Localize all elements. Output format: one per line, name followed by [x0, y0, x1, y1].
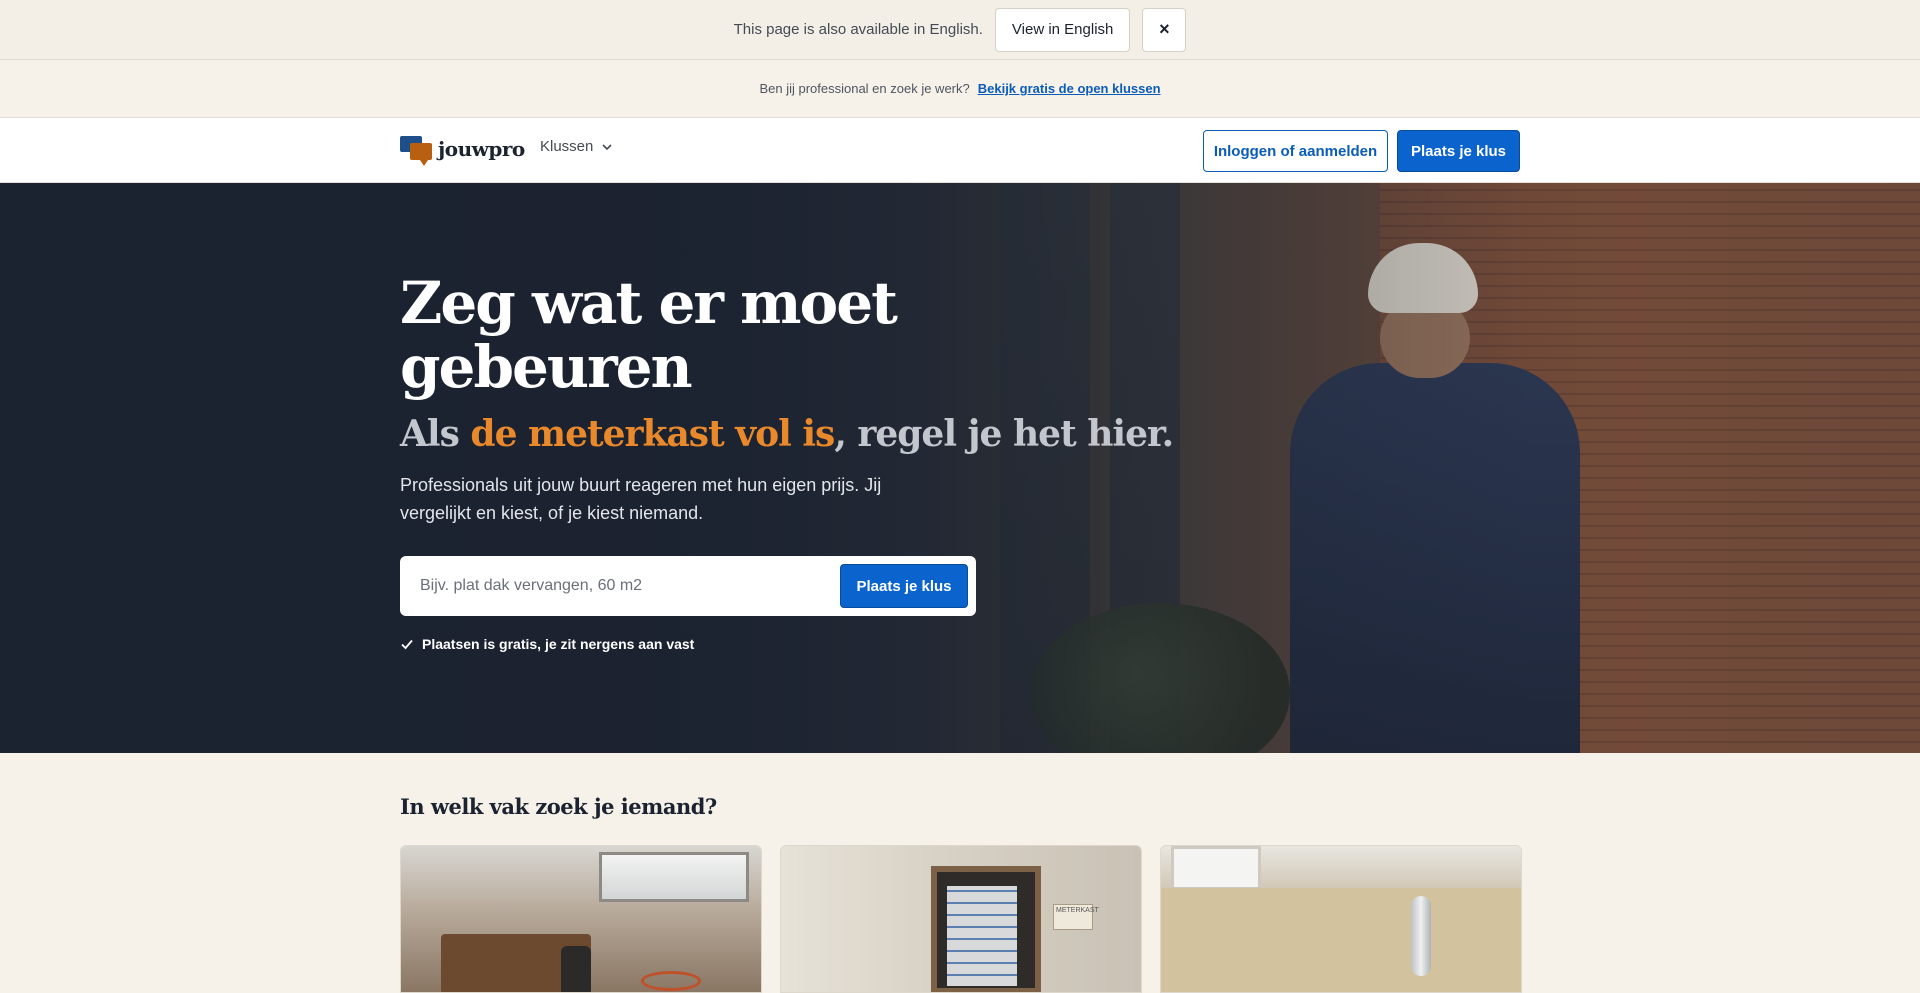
logo[interactable]: jouwpro — [400, 134, 525, 166]
hero-description: Professionals uit jouw buurt reageren me… — [400, 475, 882, 523]
professional-banner: Ben jij professional en zoek je werk? Be… — [0, 60, 1920, 118]
job-search-box: Plaats je klus — [400, 556, 976, 616]
free-note-text: Plaatsen is gratis, je zit nergens aan v… — [422, 636, 695, 652]
open-jobs-link[interactable]: Bekijk gratis de open klussen — [978, 81, 1161, 96]
category-cards: METERKAST — [400, 845, 1522, 993]
hero-section: Zeg wat er moet gebeuren Als de meterkas… — [0, 183, 1920, 753]
main-navigation: jouwpro Klussen Inloggen of aanmelden Pl… — [0, 118, 1920, 183]
category-card-toolbox[interactable] — [400, 845, 762, 993]
klussen-menu-label: Klussen — [540, 138, 594, 155]
close-banner-button[interactable]: × — [1142, 7, 1187, 52]
sink-cabinet-image — [1161, 846, 1521, 992]
close-icon: × — [1159, 19, 1170, 39]
view-in-english-button[interactable]: View in English — [994, 7, 1131, 52]
toolbox-image — [401, 846, 761, 992]
hero-post-job-button[interactable]: Plaats je klus — [840, 564, 968, 608]
meterkast-tag: METERKAST — [1053, 904, 1099, 930]
meter-cabinet-image: METERKAST — [781, 846, 1141, 992]
subtitle-prefix: Als — [400, 413, 471, 455]
chat-bubbles-logo-icon — [400, 134, 434, 166]
job-description-input[interactable] — [420, 570, 820, 602]
hero-title: Zeg wat er moet gebeuren — [400, 269, 898, 401]
category-card-meterkast[interactable]: METERKAST — [780, 845, 1142, 993]
post-job-button[interactable]: Plaats je klus — [1397, 130, 1520, 172]
klussen-menu[interactable]: Klussen — [540, 138, 613, 155]
language-message: This page is also available in English. — [733, 21, 983, 38]
professional-question: Ben jij professional en zoek je werk? — [759, 81, 970, 96]
categories-title: In welk vak zoek je iemand? — [400, 794, 717, 819]
subtitle-suffix: , regel je het hier. — [834, 413, 1174, 455]
login-button[interactable]: Inloggen of aanmelden — [1203, 130, 1388, 172]
subtitle-highlight: de meterkast vol is — [470, 413, 835, 455]
checkmark-icon — [401, 639, 413, 650]
hero-subtitle: Als de meterkast vol is, regel je het hi… — [400, 413, 1174, 455]
logo-text: jouwpro — [438, 137, 525, 161]
chevron-down-icon — [602, 143, 612, 150]
language-banner: This page is also available in English. … — [0, 0, 1920, 60]
category-card-plumbing[interactable] — [1160, 845, 1522, 993]
free-note: Plaatsen is gratis, je zit nergens aan v… — [400, 636, 694, 652]
